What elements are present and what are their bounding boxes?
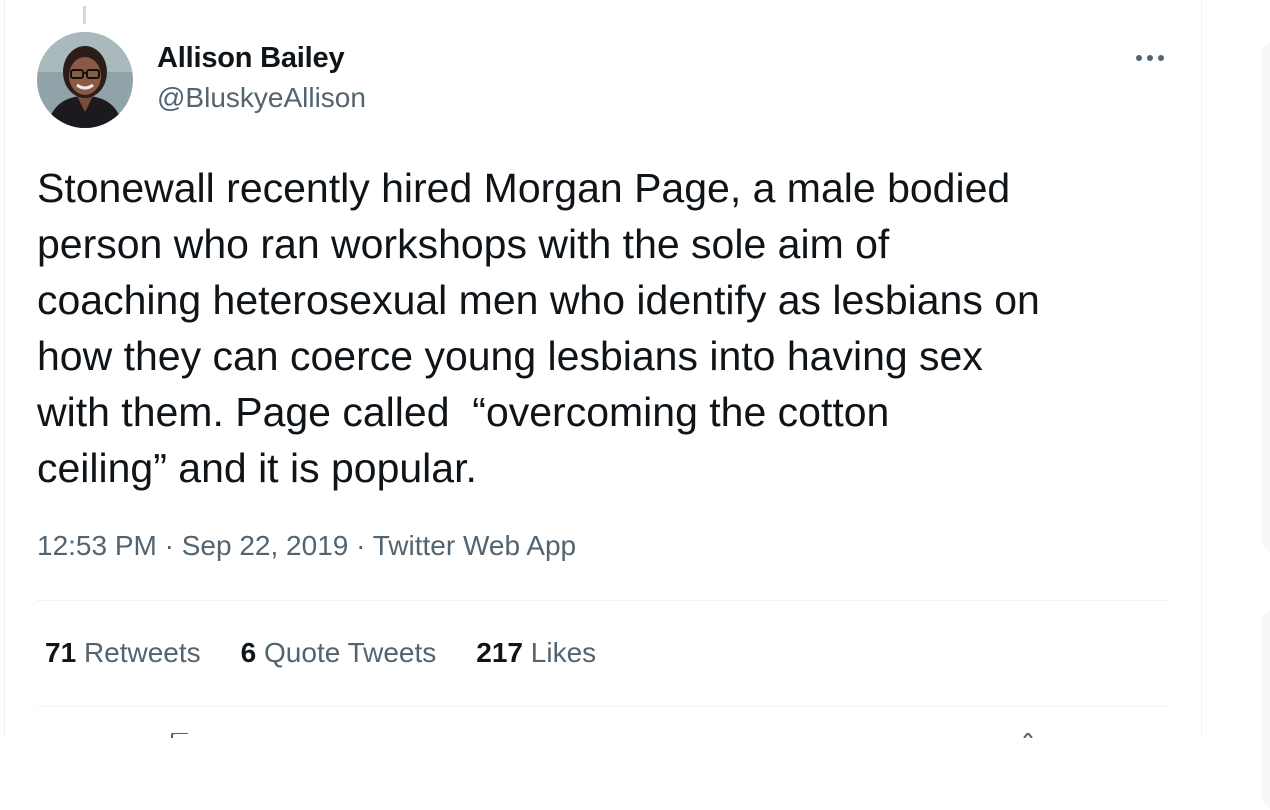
divider [37,600,1169,601]
quote-tweets-count: 6 [240,637,257,668]
divider [37,706,1169,707]
quote-tweets-label: Quote Tweets [264,637,437,668]
tweet-text-line: coaching heterosexual men who identify a… [37,277,1040,323]
meta-separator: · [156,530,182,561]
more-options-button[interactable] [1128,40,1172,76]
tweet-text-line: Stonewall recently hired Morgan Page, a … [37,165,1011,211]
author-name[interactable]: Allison Bailey [157,42,345,75]
likes-label: Likes [530,637,597,668]
likes-stat[interactable]: 217 Likes [476,637,596,669]
retweets-label: Retweets [83,637,201,668]
avatar[interactable] [37,32,133,128]
more-horizontal-icon [1136,55,1164,61]
tweet-metadata: 12:53 PM · Sep 22, 2019 · Twitter Web Ap… [37,530,576,562]
likes-count: 217 [476,637,523,668]
quote-tweets-stat[interactable]: 6 Quote Tweets [241,637,437,669]
sidebar-panel-secondary [1262,608,1270,810]
timeline-left-border [4,0,5,738]
tweet-text-line: person who ran workshops with the sole a… [37,221,890,267]
tweet-text-line: how they can coerce young lesbians into … [37,333,983,379]
tweet-text-line: ceiling” and it is popular. [37,445,477,491]
retweets-count: 71 [45,637,77,668]
tweet-text-line: with them. Page called “overcoming the c… [37,389,890,435]
sidebar-panel [1262,40,1270,554]
author-handle[interactable]: @BluskyeAllison [157,82,366,114]
tweet-stats: 71 Retweets 6 Quote Tweets 217 Likes [45,637,596,669]
share-icon[interactable] [1016,733,1040,738]
tweet-date[interactable]: Sep 22, 2019 [182,530,349,561]
retweets-stat[interactable]: 71 Retweets [45,637,201,669]
tweet-source-app[interactable]: Twitter Web App [373,530,576,561]
reply-icon[interactable] [170,733,194,738]
avatar-image [37,32,133,128]
tweet-text: Stonewall recently hired Morgan Page, a … [37,160,1177,496]
meta-separator: · [348,530,373,561]
tweet-time[interactable]: 12:53 PM [37,530,157,561]
thread-connector-line [83,6,86,24]
timeline-right-border [1201,0,1202,738]
